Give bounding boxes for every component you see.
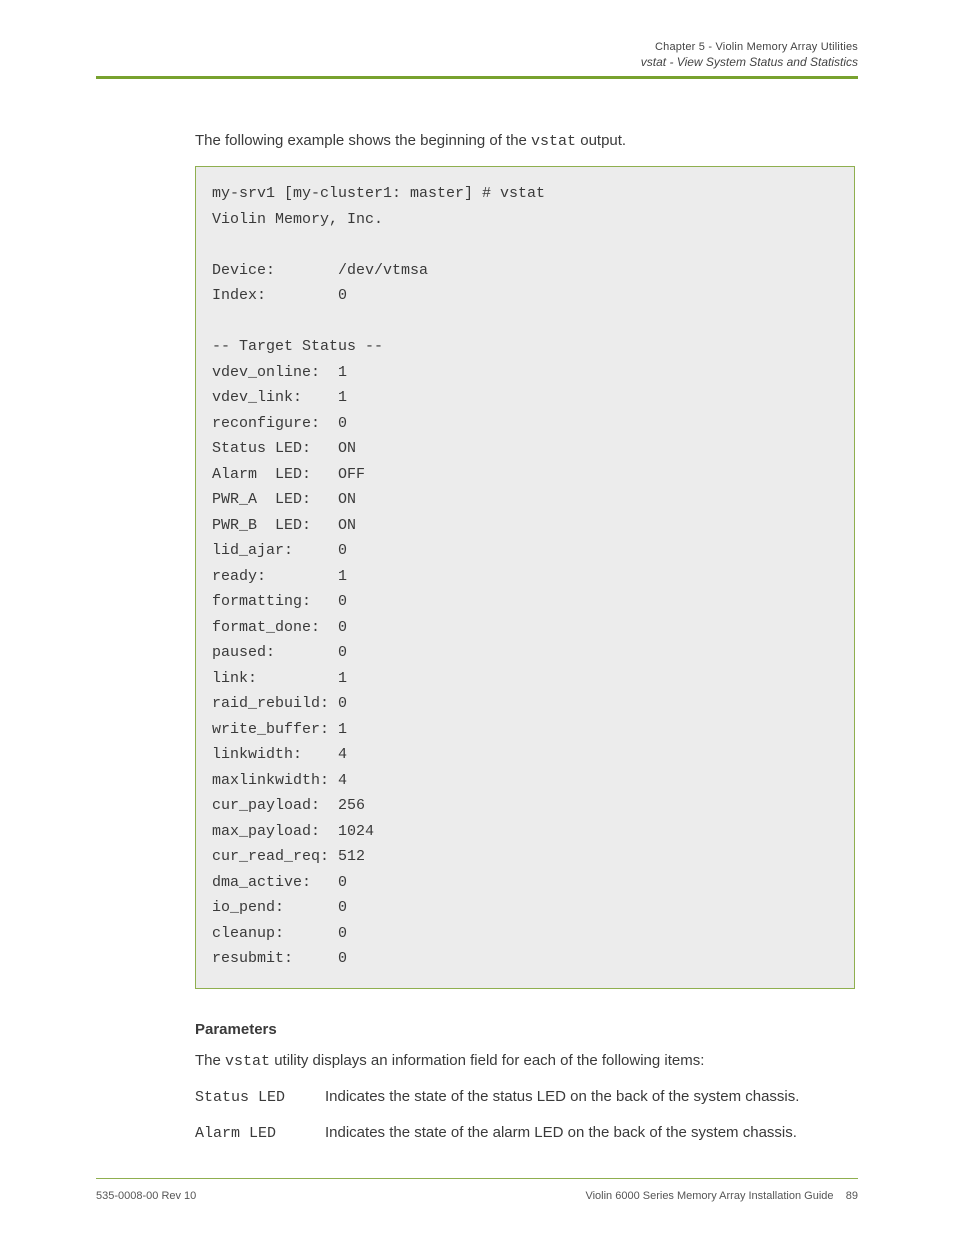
- parameters-heading: Parameters: [195, 1019, 855, 1040]
- intro-suffix: output.: [576, 132, 626, 149]
- parameters-intro: The vstat utility displays an informatio…: [195, 1050, 855, 1072]
- parameters-intro-prefix: The: [195, 1052, 225, 1069]
- param-desc-0: Indicates the state of the status LED on…: [325, 1088, 799, 1105]
- param-label-0: Status LED: [195, 1087, 325, 1108]
- content-body: The following example shows the beginnin…: [195, 130, 855, 1158]
- parameters-intro-cmd: vstat: [225, 1053, 270, 1070]
- param-label-1: Alarm LED: [195, 1123, 325, 1144]
- section-title: vstat - View System Status and Statistic…: [641, 55, 858, 69]
- footer-left: 535-0008-00 Rev 10: [96, 1190, 196, 1202]
- bottom-rule: [96, 1178, 858, 1179]
- intro-paragraph: The following example shows the beginnin…: [195, 130, 855, 152]
- top-rule: [96, 76, 858, 79]
- param-desc-1: Indicates the state of the alarm LED on …: [325, 1124, 797, 1141]
- chapter-label: Chapter 5 - Violin Memory Array Utilitie…: [655, 41, 858, 53]
- param-row-0: Status LEDIndicates the state of the sta…: [195, 1086, 855, 1108]
- intro-prefix: The following example shows the beginnin…: [195, 132, 531, 149]
- footer-right: Violin 6000 Series Memory Array Installa…: [585, 1190, 858, 1202]
- footer-doc-title: Violin 6000 Series Memory Array Installa…: [585, 1190, 833, 1202]
- parameters-intro-suffix: utility displays an information field fo…: [270, 1052, 704, 1069]
- intro-cmd: vstat: [531, 133, 576, 150]
- code-output-block: my-srv1 [my-cluster1: master] # vstat Vi…: [195, 166, 855, 989]
- param-row-1: Alarm LEDIndicates the state of the alar…: [195, 1122, 855, 1144]
- footer-page-number: 89: [846, 1190, 858, 1202]
